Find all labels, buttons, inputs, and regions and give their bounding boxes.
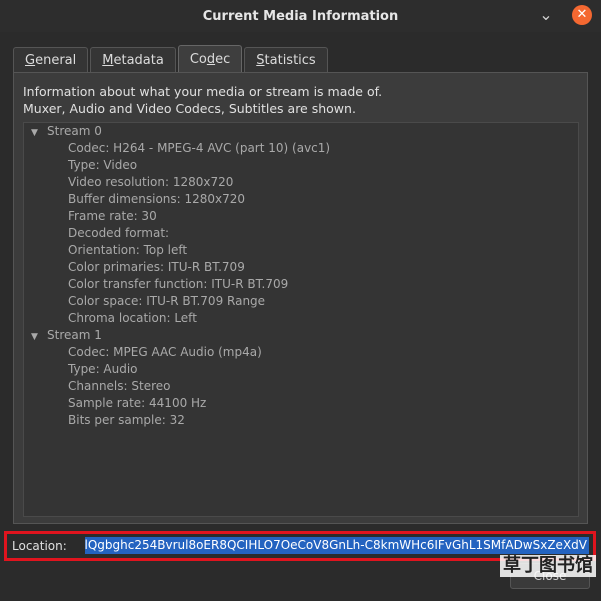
stream-property: Color transfer function: ITU-R BT.709 <box>68 277 289 291</box>
close-window-icon[interactable]: ✕ <box>572 5 592 25</box>
watermark-text: 草丁图书馆 <box>500 555 596 577</box>
codec-panel: Information about what your media or str… <box>13 72 588 524</box>
stream-property: Codec: H264 - MPEG-4 AVC (part 10) (avc1… <box>68 141 331 155</box>
location-field[interactable]: 5bRhMl4lQgbghc254Bvrul8oER8QCIHLO7OeCoV8… <box>85 537 589 554</box>
codec-tree[interactable]: ▼ Stream 0 Codec: H264 - MPEG-4 AVC (part … <box>23 122 579 517</box>
tab-statistics[interactable]: Statistics <box>244 47 328 73</box>
stream-property: Channels: Stereo <box>68 379 171 393</box>
tab-general[interactable]: General <box>13 47 89 73</box>
stream-property: Orientation: Top left <box>68 243 188 257</box>
stream-property: Frame rate: 30 <box>68 209 157 223</box>
stream-property: Decoded format: <box>68 226 170 240</box>
tab-bar: General Metadata Codec Statistics <box>13 45 330 73</box>
stream-label: Stream 0 <box>47 124 102 138</box>
stream-label: Stream 1 <box>47 328 102 342</box>
stream-property: Type: Video <box>68 158 138 172</box>
stream-property: Sample rate: 44100 Hz <box>68 396 207 410</box>
minimize-icon[interactable]: ⌄ <box>537 6 555 24</box>
stream-property: Chroma location: Left <box>68 311 197 325</box>
stream-property: Bits per sample: 32 <box>68 413 185 427</box>
location-value[interactable]: 5bRhMl4lQgbghc254Bvrul8oER8QCIHLO7OeCoV8… <box>85 537 589 554</box>
window-title: Current Media Information <box>202 8 399 24</box>
stream-header[interactable]: ▼ Stream 0 <box>24 123 578 140</box>
title-bar: Current Media Information ⌄ ✕ <box>0 0 601 32</box>
stream-property: Color space: ITU-R BT.709 Range <box>68 294 266 308</box>
stream-property: Video resolution: 1280x720 <box>68 175 234 189</box>
expand-arrow-icon[interactable]: ▼ <box>31 329 41 346</box>
tab-metadata[interactable]: Metadata <box>90 47 176 73</box>
tab-codec[interactable]: Codec <box>177 45 243 73</box>
stream-property: Color primaries: ITU-R BT.709 <box>68 260 245 274</box>
codec-description: Information about what your media or str… <box>23 84 383 116</box>
stream-property: Codec: MPEG AAC Audio (mp4a) <box>68 345 262 359</box>
location-label: Location: <box>12 539 67 553</box>
expand-arrow-icon[interactable]: ▼ <box>31 125 41 142</box>
stream-header[interactable]: ▼ Stream 1 <box>24 327 578 344</box>
stream-property: Type: Audio <box>68 362 138 376</box>
stream-property: Buffer dimensions: 1280x720 <box>68 192 246 206</box>
